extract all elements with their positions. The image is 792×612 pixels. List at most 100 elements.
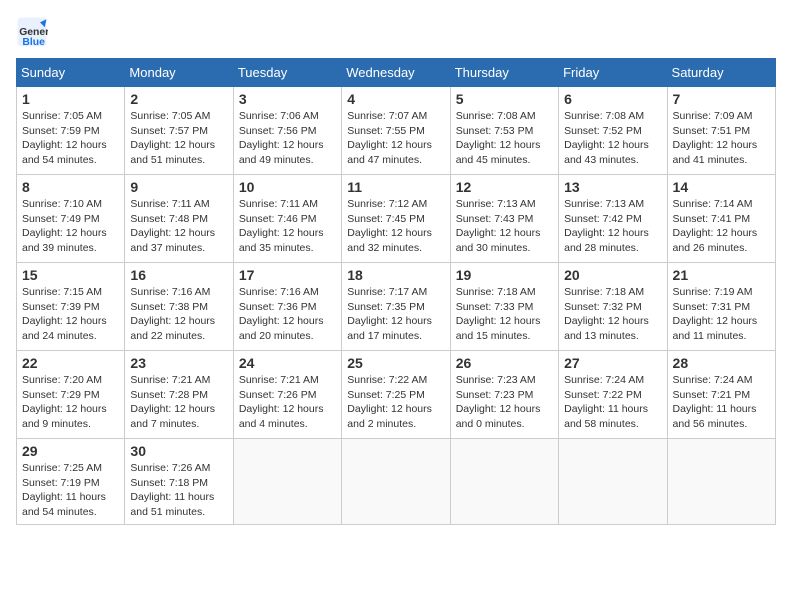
weekday-friday: Friday <box>559 59 667 87</box>
calendar-cell: 22 Sunrise: 7:20 AMSunset: 7:29 PMDayligh… <box>17 351 125 439</box>
day-number: 16 <box>130 267 227 283</box>
day-number: 8 <box>22 179 119 195</box>
cell-details: Sunrise: 7:13 AMSunset: 7:42 PMDaylight:… <box>564 197 661 256</box>
calendar-cell <box>667 439 775 525</box>
day-number: 2 <box>130 91 227 107</box>
day-number: 29 <box>22 443 119 459</box>
cell-details: Sunrise: 7:16 AMSunset: 7:38 PMDaylight:… <box>130 285 227 344</box>
day-number: 22 <box>22 355 119 371</box>
cell-details: Sunrise: 7:17 AMSunset: 7:35 PMDaylight:… <box>347 285 444 344</box>
calendar-cell <box>450 439 558 525</box>
cell-details: Sunrise: 7:07 AMSunset: 7:55 PMDaylight:… <box>347 109 444 168</box>
calendar-cell: 14 Sunrise: 7:14 AMSunset: 7:41 PMDayligh… <box>667 175 775 263</box>
calendar-cell: 26 Sunrise: 7:23 AMSunset: 7:23 PMDayligh… <box>450 351 558 439</box>
day-number: 21 <box>673 267 770 283</box>
calendar-cell: 17 Sunrise: 7:16 AMSunset: 7:36 PMDayligh… <box>233 263 341 351</box>
day-number: 7 <box>673 91 770 107</box>
day-number: 27 <box>564 355 661 371</box>
calendar-cell: 21 Sunrise: 7:19 AMSunset: 7:31 PMDayligh… <box>667 263 775 351</box>
calendar-cell: 10Sunrise: 7:11 AMSunset: 7:46 PMDayligh… <box>233 175 341 263</box>
cell-details: Sunrise: 7:05 AMSunset: 7:57 PMDaylight:… <box>130 109 227 168</box>
weekday-sunday: Sunday <box>17 59 125 87</box>
cell-details: Sunrise: 7:16 AMSunset: 7:36 PMDaylight:… <box>239 285 336 344</box>
calendar-cell: 13 Sunrise: 7:13 AMSunset: 7:42 PMDayligh… <box>559 175 667 263</box>
day-number: 24 <box>239 355 336 371</box>
calendar-cell: 29 Sunrise: 7:25 AMSunset: 7:19 PMDayligh… <box>17 439 125 525</box>
cell-details: Sunrise: 7:21 AMSunset: 7:28 PMDaylight:… <box>130 373 227 432</box>
cell-details: Sunrise: 7:23 AMSunset: 7:23 PMDaylight:… <box>456 373 553 432</box>
page-header: General Blue <box>16 16 776 48</box>
calendar-cell: 15Sunrise: 7:15 AMSunset: 7:39 PMDayligh… <box>17 263 125 351</box>
cell-details: Sunrise: 7:26 AMSunset: 7:18 PMDaylight:… <box>130 461 227 520</box>
cell-details: Sunrise: 7:21 AMSunset: 7:26 PMDaylight:… <box>239 373 336 432</box>
day-number: 20 <box>564 267 661 283</box>
calendar-week-2: 8 Sunrise: 7:10 AMSunset: 7:49 PMDaylight… <box>17 175 776 263</box>
day-number: 11 <box>347 179 444 195</box>
cell-details: Sunrise: 7:12 AMSunset: 7:45 PMDaylight:… <box>347 197 444 256</box>
calendar-cell: 2 Sunrise: 7:05 AMSunset: 7:57 PMDaylight… <box>125 87 233 175</box>
cell-details: Sunrise: 7:18 AMSunset: 7:33 PMDaylight:… <box>456 285 553 344</box>
day-number: 4 <box>347 91 444 107</box>
calendar-cell: 24 Sunrise: 7:21 AMSunset: 7:26 PMDayligh… <box>233 351 341 439</box>
calendar-cell: 9 Sunrise: 7:11 AMSunset: 7:48 PMDaylight… <box>125 175 233 263</box>
day-number: 23 <box>130 355 227 371</box>
calendar-body: 1Sunrise: 7:05 AMSunset: 7:59 PMDaylight… <box>17 87 776 525</box>
day-number: 5 <box>456 91 553 107</box>
day-number: 6 <box>564 91 661 107</box>
day-number: 3 <box>239 91 336 107</box>
day-number: 28 <box>673 355 770 371</box>
cell-details: Sunrise: 7:19 AMSunset: 7:31 PMDaylight:… <box>673 285 770 344</box>
cell-details: Sunrise: 7:22 AMSunset: 7:25 PMDaylight:… <box>347 373 444 432</box>
cell-details: Sunrise: 7:24 AMSunset: 7:22 PMDaylight:… <box>564 373 661 432</box>
calendar-cell: 7Sunrise: 7:09 AMSunset: 7:51 PMDaylight… <box>667 87 775 175</box>
day-number: 17 <box>239 267 336 283</box>
calendar-week-1: 1Sunrise: 7:05 AMSunset: 7:59 PMDaylight… <box>17 87 776 175</box>
calendar-cell: 5 Sunrise: 7:08 AMSunset: 7:53 PMDaylight… <box>450 87 558 175</box>
calendar-cell: 28Sunrise: 7:24 AMSunset: 7:21 PMDayligh… <box>667 351 775 439</box>
calendar-table: SundayMondayTuesdayWednesdayThursdayFrid… <box>16 58 776 525</box>
day-number: 9 <box>130 179 227 195</box>
calendar-cell <box>342 439 450 525</box>
cell-details: Sunrise: 7:14 AMSunset: 7:41 PMDaylight:… <box>673 197 770 256</box>
day-number: 25 <box>347 355 444 371</box>
weekday-monday: Monday <box>125 59 233 87</box>
cell-details: Sunrise: 7:08 AMSunset: 7:53 PMDaylight:… <box>456 109 553 168</box>
day-number: 26 <box>456 355 553 371</box>
cell-details: Sunrise: 7:06 AMSunset: 7:56 PMDaylight:… <box>239 109 336 168</box>
calendar-cell: 27 Sunrise: 7:24 AMSunset: 7:22 PMDayligh… <box>559 351 667 439</box>
day-number: 18 <box>347 267 444 283</box>
cell-details: Sunrise: 7:11 AMSunset: 7:48 PMDaylight:… <box>130 197 227 256</box>
cell-details: Sunrise: 7:18 AMSunset: 7:32 PMDaylight:… <box>564 285 661 344</box>
calendar-cell: 4 Sunrise: 7:07 AMSunset: 7:55 PMDaylight… <box>342 87 450 175</box>
calendar-cell: 8 Sunrise: 7:10 AMSunset: 7:49 PMDaylight… <box>17 175 125 263</box>
calendar-cell: 19Sunrise: 7:18 AMSunset: 7:33 PMDayligh… <box>450 263 558 351</box>
calendar-cell: 20 Sunrise: 7:18 AMSunset: 7:32 PMDayligh… <box>559 263 667 351</box>
calendar-week-4: 22 Sunrise: 7:20 AMSunset: 7:29 PMDayligh… <box>17 351 776 439</box>
calendar-cell <box>559 439 667 525</box>
calendar-cell: 23 Sunrise: 7:21 AMSunset: 7:28 PMDayligh… <box>125 351 233 439</box>
day-number: 14 <box>673 179 770 195</box>
weekday-header-row: SundayMondayTuesdayWednesdayThursdayFrid… <box>17 59 776 87</box>
calendar-cell: 16 Sunrise: 7:16 AMSunset: 7:38 PMDayligh… <box>125 263 233 351</box>
logo-icon: General Blue <box>16 16 48 48</box>
calendar-cell: 25 Sunrise: 7:22 AMSunset: 7:25 PMDayligh… <box>342 351 450 439</box>
cell-details: Sunrise: 7:08 AMSunset: 7:52 PMDaylight:… <box>564 109 661 168</box>
cell-details: Sunrise: 7:20 AMSunset: 7:29 PMDaylight:… <box>22 373 119 432</box>
calendar-cell: 11 Sunrise: 7:12 AMSunset: 7:45 PMDayligh… <box>342 175 450 263</box>
day-number: 30 <box>130 443 227 459</box>
cell-details: Sunrise: 7:13 AMSunset: 7:43 PMDaylight:… <box>456 197 553 256</box>
calendar-cell: 1Sunrise: 7:05 AMSunset: 7:59 PMDaylight… <box>17 87 125 175</box>
day-number: 15 <box>22 267 119 283</box>
calendar-cell <box>233 439 341 525</box>
weekday-tuesday: Tuesday <box>233 59 341 87</box>
cell-details: Sunrise: 7:10 AMSunset: 7:49 PMDaylight:… <box>22 197 119 256</box>
cell-details: Sunrise: 7:25 AMSunset: 7:19 PMDaylight:… <box>22 461 119 520</box>
calendar-cell: 3 Sunrise: 7:06 AMSunset: 7:56 PMDaylight… <box>233 87 341 175</box>
calendar-cell: 12 Sunrise: 7:13 AMSunset: 7:43 PMDayligh… <box>450 175 558 263</box>
calendar-week-3: 15Sunrise: 7:15 AMSunset: 7:39 PMDayligh… <box>17 263 776 351</box>
day-number: 12 <box>456 179 553 195</box>
day-number: 13 <box>564 179 661 195</box>
weekday-thursday: Thursday <box>450 59 558 87</box>
weekday-saturday: Saturday <box>667 59 775 87</box>
day-number: 1 <box>22 91 119 107</box>
